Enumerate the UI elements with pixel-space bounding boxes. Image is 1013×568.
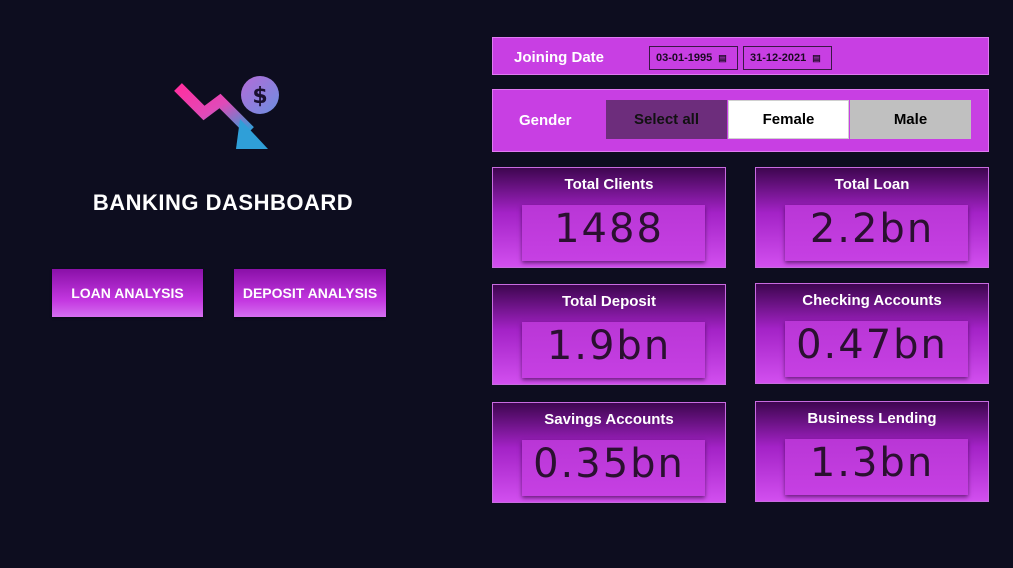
start-date-value: 03-01-1995: [656, 52, 713, 64]
end-date-field[interactable]: 31-12-2021 ▤: [743, 46, 832, 70]
calendar-icon[interactable]: ▤: [812, 53, 821, 64]
loan-analysis-button[interactable]: LOAN ANALYSIS: [52, 269, 203, 317]
kpi-value: 1488: [554, 206, 664, 252]
kpi-card-total-loan: Total Loan 2.2bn: [755, 167, 989, 268]
kpi-value: 0.35bn: [533, 441, 685, 487]
gender-label: Gender: [519, 112, 572, 129]
falling-arrow-dollar-icon: $: [174, 76, 279, 149]
svg-text:$: $: [252, 84, 267, 109]
kpi-label: Business Lending: [807, 410, 937, 427]
kpi-card-total-clients: Total Clients 1488: [492, 167, 726, 268]
kpi-label: Total Loan: [834, 176, 910, 193]
end-date-value: 31-12-2021: [750, 52, 807, 64]
kpi-card-checking-accounts: Checking Accounts 0.47bn: [755, 283, 989, 384]
deposit-analysis-button[interactable]: DEPOSIT ANALYSIS: [234, 269, 386, 317]
gender-option-female[interactable]: Female: [728, 100, 849, 139]
logo: $: [160, 75, 285, 155]
joining-date-slicer: Joining Date 03-01-1995 ▤ 31-12-2021 ▤: [492, 37, 989, 75]
kpi-value: 0.47bn: [796, 322, 948, 368]
gender-option-select-all[interactable]: Select all: [606, 100, 727, 139]
kpi-value: 1.9bn: [546, 323, 672, 369]
calendar-icon[interactable]: ▤: [718, 53, 727, 64]
kpi-label: Total Deposit: [562, 293, 656, 310]
gender-option-male[interactable]: Male: [850, 100, 971, 139]
dashboard-title: BANKING DASHBOARD: [92, 190, 354, 215]
start-date-field[interactable]: 03-01-1995 ▤: [649, 46, 738, 70]
joining-date-label: Joining Date: [514, 49, 605, 66]
kpi-card-total-deposit: Total Deposit 1.9bn: [492, 284, 726, 385]
kpi-label: Total Clients: [564, 176, 654, 193]
kpi-card-savings-accounts: Savings Accounts 0.35bn: [492, 402, 726, 503]
kpi-card-business-lending: Business Lending 1.3bn: [755, 401, 989, 502]
kpi-label: Savings Accounts: [544, 411, 674, 428]
kpi-value: 1.3bn: [809, 440, 935, 486]
gender-slicer: Gender Select all Female Male: [492, 89, 989, 152]
kpi-value: 2.2bn: [809, 206, 935, 252]
kpi-label: Checking Accounts: [802, 292, 942, 309]
